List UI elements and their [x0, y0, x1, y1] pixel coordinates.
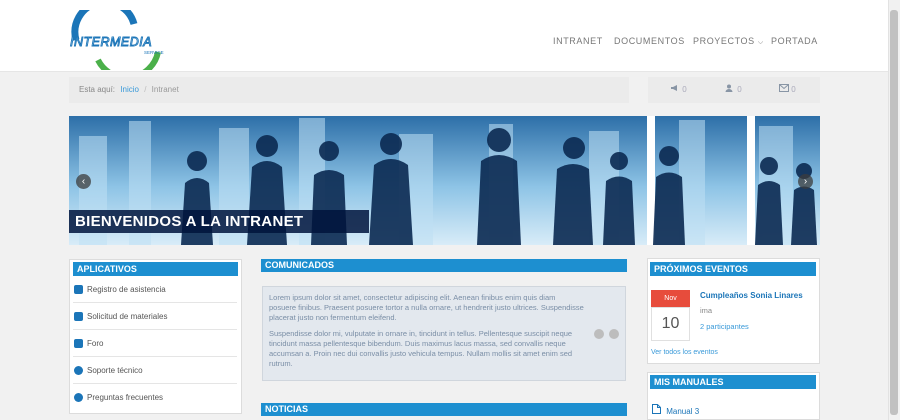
carousel-prev-dot[interactable]: [594, 329, 604, 339]
breadcrumb-inicio[interactable]: Inicio: [120, 85, 139, 94]
app-soporte-tecnico[interactable]: Soporte técnico: [73, 357, 237, 384]
logo-tagline: SERVICE: [144, 50, 164, 55]
event-subtitle: ima: [700, 306, 713, 315]
stats-bar: 0 0 0: [648, 77, 820, 103]
event-participants[interactable]: 2 participantes: [700, 322, 749, 331]
messages-stat[interactable]: 0: [779, 84, 796, 94]
event-day: 10: [651, 307, 690, 341]
users-stat[interactable]: 0: [725, 84, 742, 94]
app-preguntas-frecuentes[interactable]: Preguntas frecuentes: [73, 384, 237, 411]
eventos-title: PRÓXIMOS EVENTOS: [650, 262, 816, 276]
see-all-events-link[interactable]: Ver todos los eventos: [651, 349, 718, 356]
aplicativos-title: APLICATIVOS: [73, 262, 238, 276]
pdf-icon: [652, 404, 661, 414]
app-solicitud-materiales[interactable]: Solicitud de materiales: [73, 303, 237, 330]
app-label: Foro: [87, 339, 104, 348]
nav-proyectos[interactable]: PROYECTOS ⌵: [693, 36, 764, 47]
question-icon: [74, 393, 83, 402]
chevron-left-icon[interactable]: ‹: [76, 174, 91, 189]
app-label: Soporte técnico: [87, 366, 143, 375]
app-registro-asistencia[interactable]: Registro de asistencia: [73, 276, 237, 303]
breadcrumb-separator: /: [144, 85, 147, 94]
nav-documentos[interactable]: DOCUMENTOS: [614, 36, 685, 46]
breadcrumb-prefix: Esta aquí:: [79, 85, 116, 94]
clipboard-icon: [74, 285, 83, 294]
carousel-next-dot[interactable]: [609, 329, 619, 339]
breadcrumb: Esta aquí: Inicio / Intranet: [69, 77, 629, 103]
comunicados-title: COMUNICADOS: [261, 259, 627, 272]
users-icon: [725, 84, 733, 92]
manuales-title: MIS MANUALES: [650, 375, 816, 389]
app-label: Registro de asistencia: [87, 285, 166, 294]
manual-item[interactable]: Manual 3: [652, 404, 699, 416]
app-foro[interactable]: Foro: [73, 330, 237, 357]
users-count: 0: [737, 85, 742, 94]
banner-title: BIENVENIDOS A LA INTRANET: [69, 210, 369, 233]
announcements-stat[interactable]: 0: [670, 84, 687, 94]
hero-banner: BIENVENIDOS A LA INTRANET ‹ ›: [69, 116, 820, 245]
sitemap-icon: [74, 339, 83, 348]
event-month: Nov: [651, 290, 690, 307]
scrollbar-thumb[interactable]: [890, 10, 898, 415]
messages-count: 0: [791, 85, 796, 94]
announcements-count: 0: [682, 85, 687, 94]
nav-proyectos-label: PROYECTOS: [693, 36, 755, 46]
app-label: Solicitud de materiales: [87, 312, 168, 321]
app-label: Preguntas frecuentes: [87, 393, 164, 402]
noticias-title: NOTICIAS: [261, 403, 627, 416]
manual-label: Manual 3: [666, 407, 700, 416]
intermedia-logo[interactable]: INTERMEDIA SERVICE: [68, 0, 180, 81]
breadcrumb-current: Intranet: [151, 85, 179, 94]
logo-wordmark: INTERMEDIA: [70, 35, 152, 49]
nav-intranet[interactable]: INTRANET: [553, 36, 603, 46]
top-header: INTERMEDIA SERVICE INTRANET DOCUMENTOS P…: [0, 0, 888, 81]
comunicado-paragraph-1: Lorem ipsum dolor sit amet, consectetur …: [269, 293, 584, 322]
megaphone-icon: [671, 85, 677, 91]
event-title[interactable]: Cumpleaños Sonia Linares: [700, 291, 803, 300]
envelope-icon: [779, 84, 789, 92]
cube-icon: [74, 312, 83, 321]
comunicados-box: Lorem ipsum dolor sit amet, consectetur …: [262, 286, 626, 381]
user-icon: [74, 366, 83, 375]
comunicado-paragraph-2: Suspendisse dolor mi, vulputate in ornar…: [269, 329, 573, 368]
chevron-down-icon: ⌵: [757, 39, 764, 46]
chevron-right-icon[interactable]: ›: [798, 174, 813, 189]
nav-portada[interactable]: PORTADA: [771, 36, 818, 46]
